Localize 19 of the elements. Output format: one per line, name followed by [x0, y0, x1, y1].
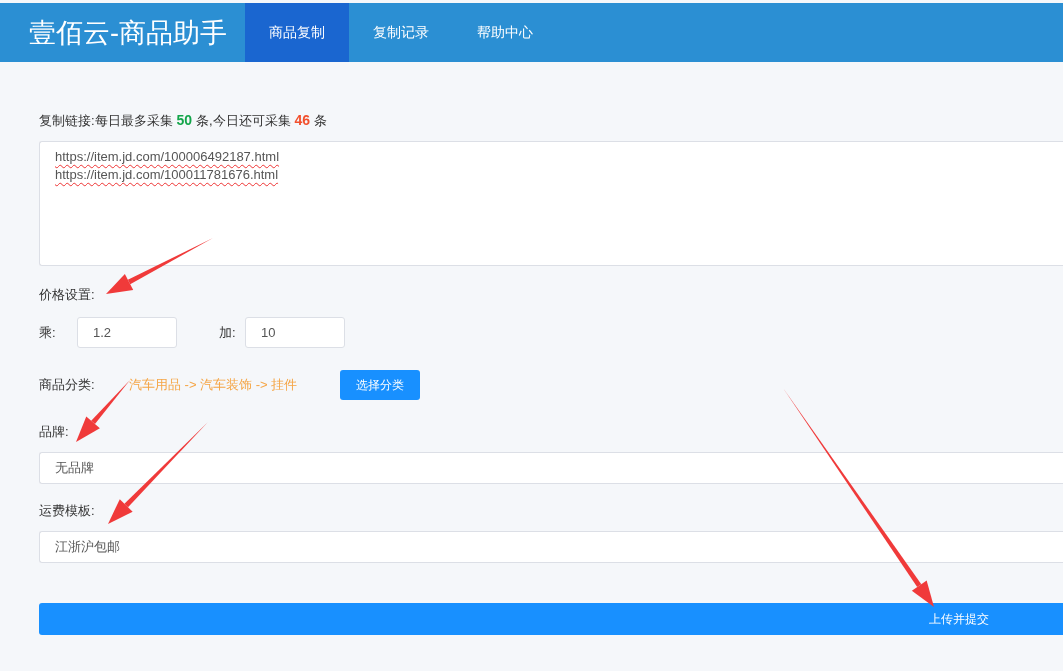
- app-title: 壹佰云-商品助手: [28, 16, 228, 50]
- nav-tab[interactable]: 帮助中心: [453, 3, 557, 62]
- link-text: https://item.jd.com/100006492187.html: [55, 149, 280, 164]
- brand-select[interactable]: 无品牌: [39, 452, 1063, 484]
- shipping-select[interactable]: 江浙沪包邮: [39, 531, 1063, 563]
- multiply-label: 乘:: [39, 323, 57, 342]
- nav-tab[interactable]: 商品复制: [245, 3, 349, 62]
- link-text: https://item.jd.com/100011781676.html: [55, 167, 279, 182]
- category-path: 汽车用品 -> 汽车装饰 -> 挂件: [129, 376, 299, 394]
- links-textarea[interactable]: https://item.jd.com/100006492187.html https://item.jd.com/100011781676.html: [39, 141, 1063, 266]
- add-label: 加:: [219, 323, 237, 342]
- quota-label: 复制链接:每日最多采集 50 条,今日还可采集 46 条: [39, 112, 328, 130]
- add-input[interactable]: 10: [245, 317, 345, 348]
- brand-label: 品牌:: [39, 423, 70, 441]
- shipping-label: 运费模板:: [39, 502, 96, 520]
- nav-tab[interactable]: 复制记录: [349, 3, 453, 62]
- category-label: 商品分类:: [39, 376, 96, 394]
- price-label: 价格设置:: [39, 286, 96, 304]
- multiply-input[interactable]: 1.2: [77, 317, 177, 348]
